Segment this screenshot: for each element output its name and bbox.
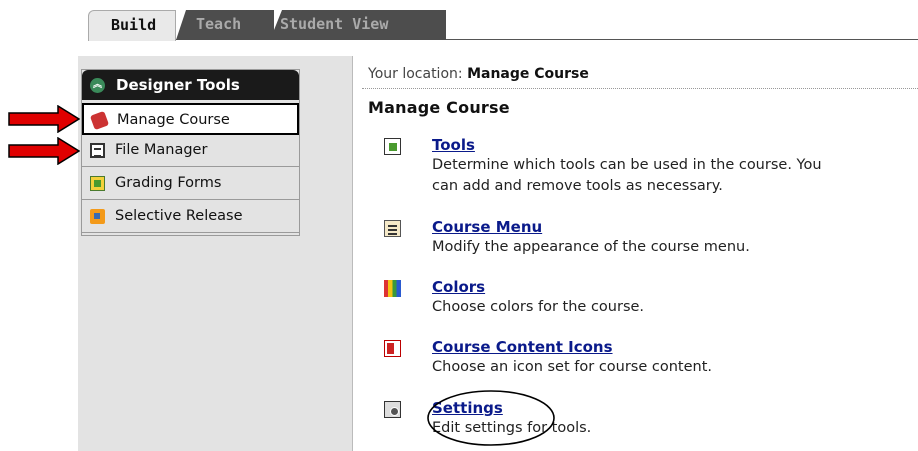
- red-arrow-icon: [8, 137, 80, 165]
- tab-teach[interactable]: Teach: [176, 10, 274, 40]
- breadcrumb-prefix: Your location:: [368, 66, 463, 82]
- dotted-divider: [362, 88, 918, 89]
- breadcrumb: Your location: Manage Course: [368, 66, 589, 82]
- course-content-icons-link[interactable]: Course Content Icons: [432, 338, 613, 356]
- sidebar-item-manage-course[interactable]: Manage Course: [82, 103, 299, 135]
- breadcrumb-current: Manage Course: [467, 66, 589, 82]
- tab-build[interactable]: Build: [88, 10, 176, 41]
- chevron-up-icon[interactable]: ︽: [90, 78, 105, 93]
- sidebar-item-label: Selective Release: [115, 208, 243, 224]
- description-line: can add and remove tools as necessary.: [432, 178, 723, 194]
- file-manager-icon: [90, 143, 105, 158]
- description-line: Determine which tools can be used in the…: [432, 157, 822, 173]
- colors-icon: [384, 280, 401, 297]
- tool-description: Modify the appearance of the course menu…: [432, 237, 750, 258]
- course-menu-icon: [384, 220, 401, 237]
- highlight-ellipse: [427, 390, 555, 446]
- sidebar-item-file-manager[interactable]: File Manager: [82, 135, 299, 167]
- page-title: Manage Course: [368, 98, 510, 117]
- sidebar-item-selective-release[interactable]: Selective Release: [82, 201, 299, 233]
- description-line: Choose an icon set for course content.: [432, 359, 713, 375]
- content-divider: [352, 56, 353, 451]
- tool-description: Choose colors for the course.: [432, 297, 644, 318]
- tab-bar: Build Teach Student View: [0, 0, 918, 41]
- designer-tools-menu: ︽ Designer Tools Manage Course File Mana…: [81, 69, 300, 236]
- description-line: Modify the appearance of the course menu…: [432, 239, 750, 255]
- description-line: Choose colors for the course.: [432, 299, 645, 315]
- tool-description: Determine which tools can be used in the…: [432, 155, 822, 197]
- course-menu-link[interactable]: Course Menu: [432, 218, 542, 236]
- sidebar-item-label: Manage Course: [117, 112, 230, 128]
- designer-tools-header[interactable]: ︽ Designer Tools: [82, 70, 299, 100]
- toolbox-icon: [89, 110, 110, 131]
- sidebar-item-grading-forms[interactable]: Grading Forms: [82, 168, 299, 200]
- sidebar-item-label: Grading Forms: [115, 175, 222, 191]
- selective-release-icon: [90, 209, 105, 224]
- designer-tools-title: Designer Tools: [116, 76, 240, 94]
- tool-description: Choose an icon set for course content.: [432, 357, 712, 378]
- red-arrow-icon: [8, 105, 80, 133]
- tab-student-view[interactable]: Student View: [270, 10, 446, 40]
- tools-link[interactable]: Tools: [432, 136, 475, 154]
- sidebar-item-label: File Manager: [115, 142, 208, 158]
- grading-forms-icon: [90, 176, 105, 191]
- colors-link[interactable]: Colors: [432, 278, 485, 296]
- tools-icon: [384, 138, 401, 155]
- course-content-icons-icon: [384, 340, 401, 357]
- settings-icon: [384, 401, 401, 418]
